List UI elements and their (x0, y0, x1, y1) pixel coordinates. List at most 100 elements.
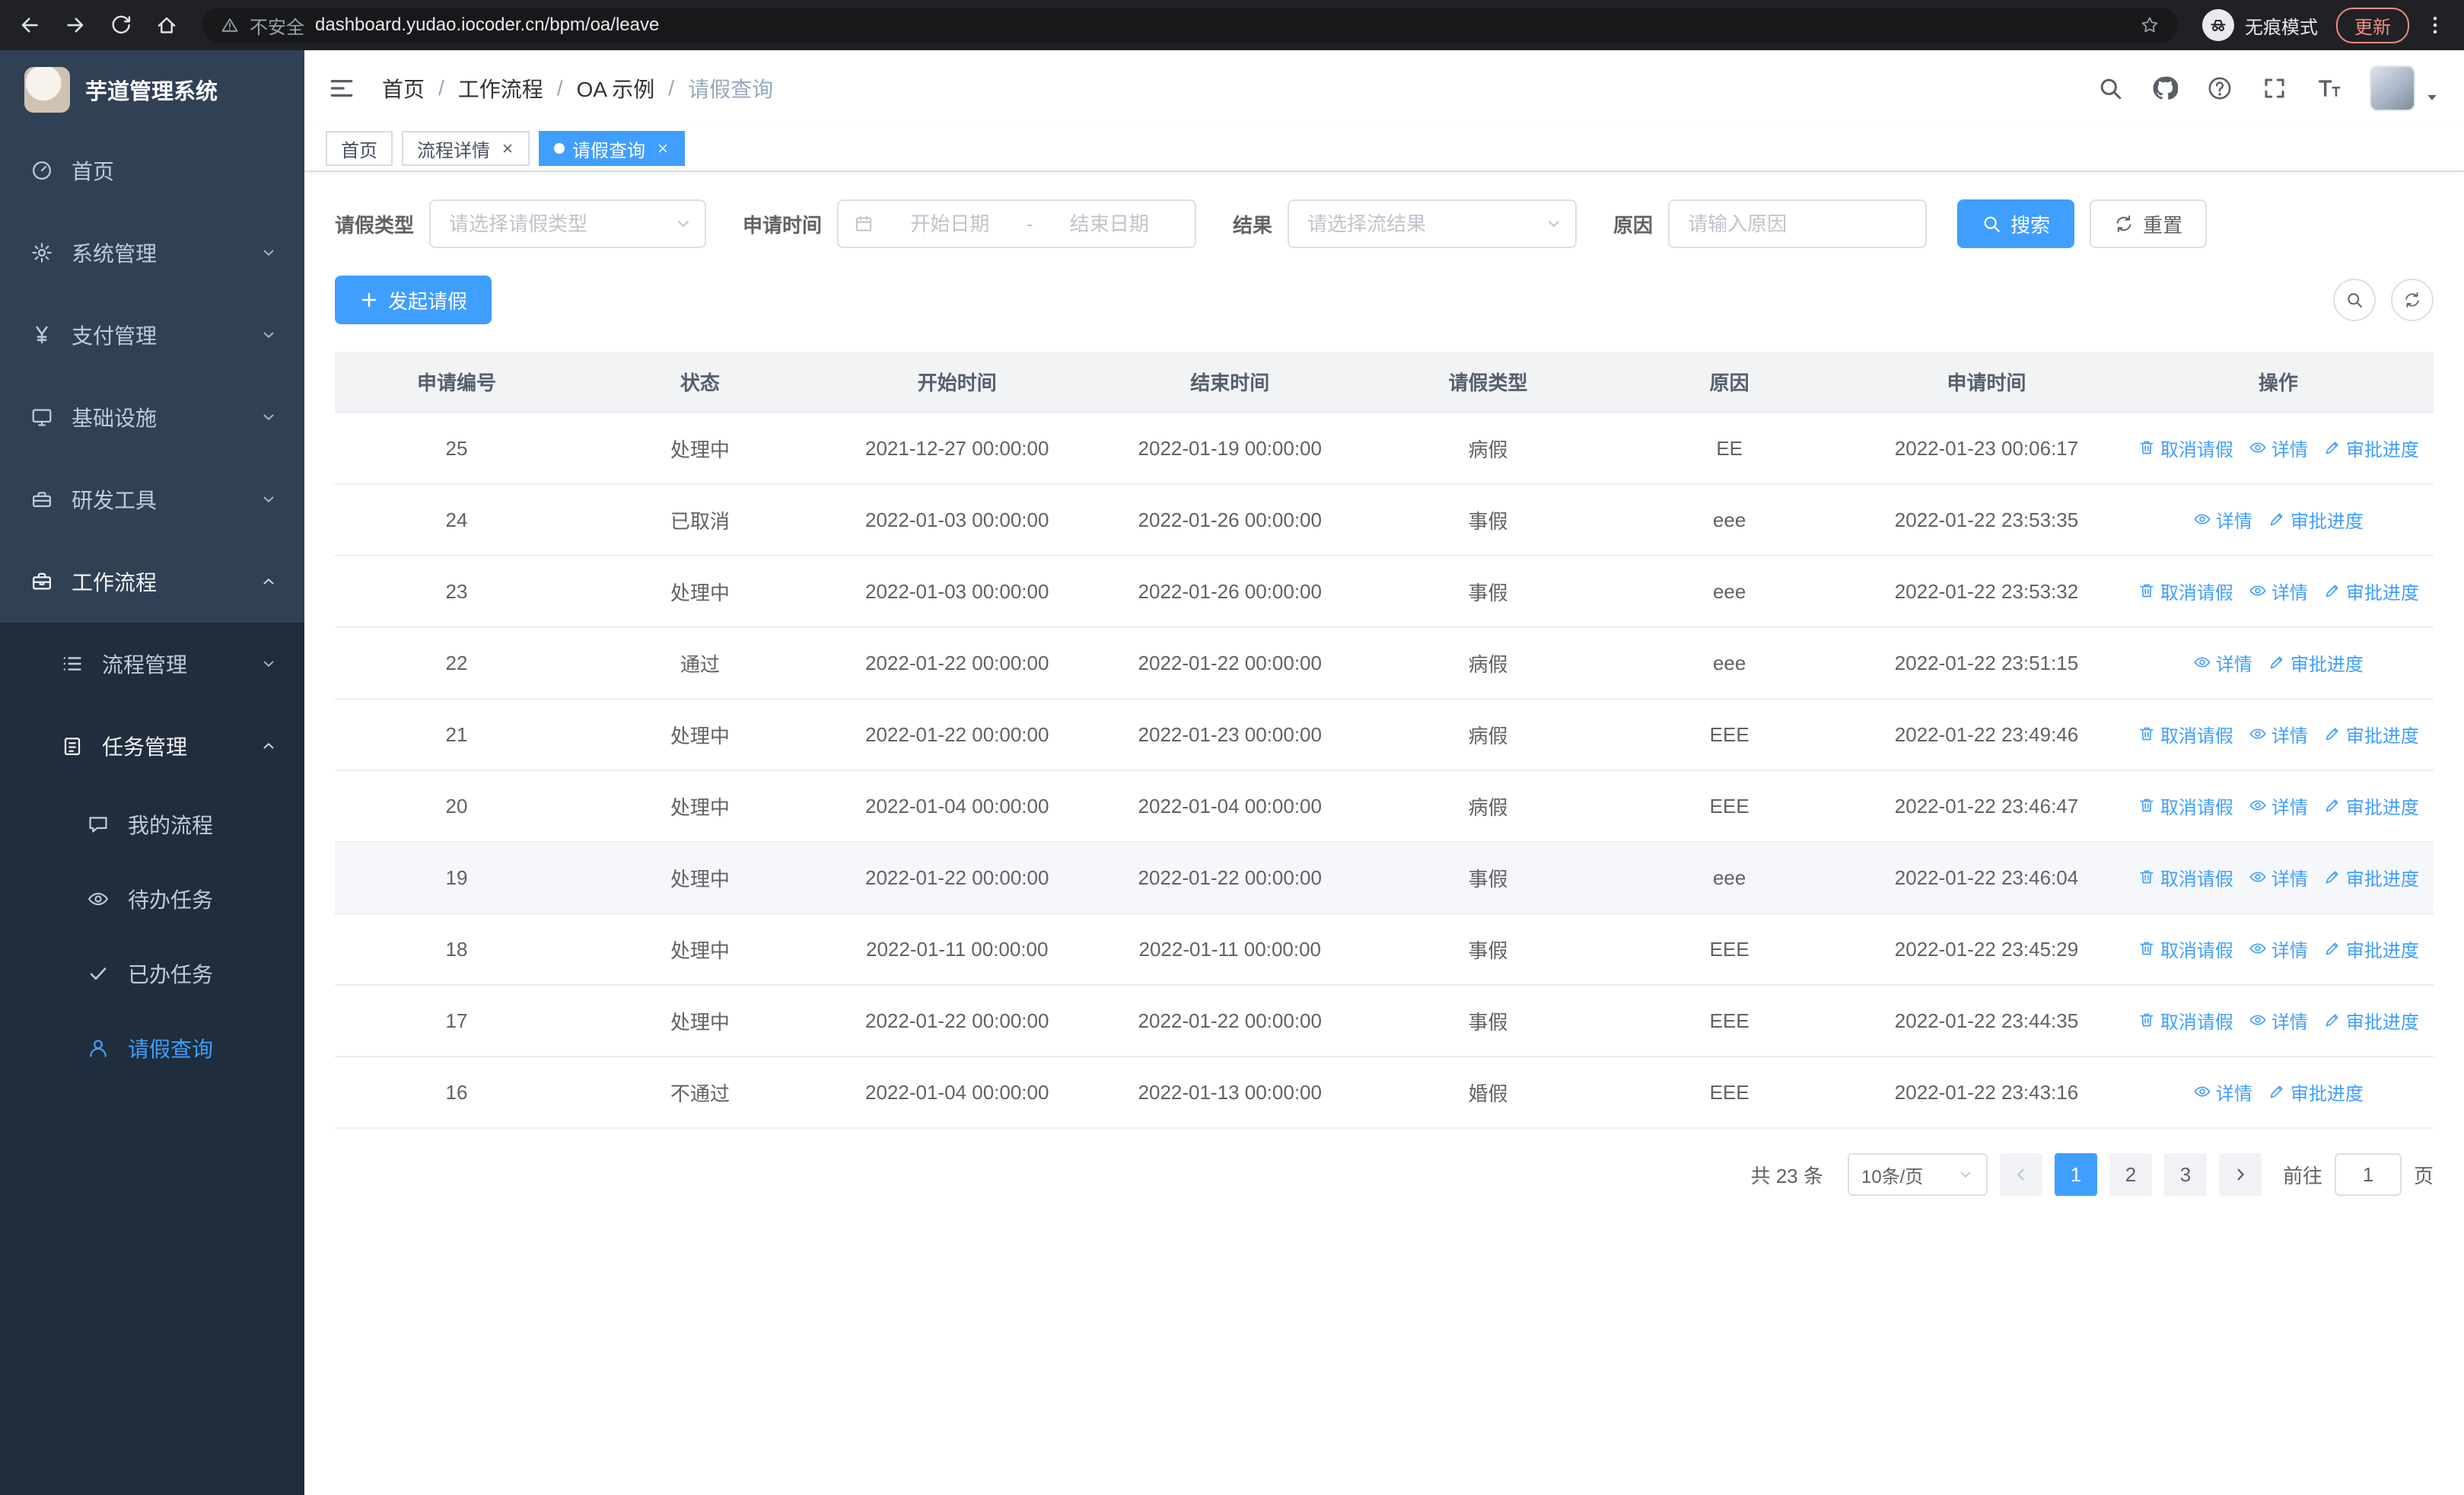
sidebar-collapse-icon[interactable] (329, 75, 355, 101)
cell-type: 病假 (1367, 627, 1609, 700)
breadcrumb-item[interactable]: 工作流程 (458, 73, 543, 104)
next-page-button[interactable] (2218, 1153, 2262, 1196)
table-row: 22 通过 2022-01-22 00:00:00 2022-01-22 00:00:… (335, 627, 2434, 700)
cell-end: 2022-01-19 00:00:00 (1092, 413, 1367, 485)
sidebar-item-infra[interactable]: 基础设施 (0, 376, 304, 458)
forward-button[interactable] (64, 14, 87, 37)
screen: 不安全 dashboard.yudao.iocoder.cn/bpm/oa/le… (0, 0, 2464, 1495)
detail-action-link[interactable]: 详情 (2249, 721, 2308, 748)
close-icon[interactable] (656, 142, 670, 155)
cell-start: 2022-01-04 00:00:00 (821, 1057, 1093, 1129)
detail-action-link[interactable]: 详情 (2249, 1007, 2308, 1034)
sidebar-item-home[interactable]: 首页 (0, 129, 304, 212)
progress-action-link[interactable]: 审批进度 (2323, 936, 2419, 962)
breadcrumb-item[interactable]: 首页 (382, 73, 425, 104)
fullscreen-icon[interactable] (2262, 75, 2287, 101)
cell-actions: 详情 审批进度 (2122, 627, 2434, 700)
tab-item[interactable]: 首页 (326, 131, 393, 166)
back-button[interactable] (18, 14, 41, 37)
action-label: 详情 (2271, 725, 2308, 747)
progress-action-link[interactable]: 审批进度 (2268, 649, 2364, 676)
progress-action-link[interactable]: 审批进度 (2323, 792, 2419, 819)
cancel-action-link[interactable]: 取消请假 (2138, 792, 2233, 819)
progress-action-link[interactable]: 审批进度 (2323, 435, 2419, 461)
cell-start: 2022-01-22 00:00:00 (821, 985, 1093, 1057)
page-number-button[interactable]: 2 (2109, 1153, 2152, 1196)
update-button[interactable]: 更新 (2336, 7, 2409, 43)
sidebar-item-task-mgmt[interactable]: 任务管理 (0, 705, 304, 787)
question-icon[interactable] (2207, 75, 2233, 101)
start-date-input[interactable] (880, 212, 1020, 236)
pagination-total: 共 23 条 (1750, 1164, 1823, 1187)
progress-action-link[interactable]: 审批进度 (2323, 721, 2419, 748)
search-icon (1982, 214, 2001, 234)
detail-action-link[interactable]: 详情 (2249, 435, 2308, 461)
page-number-button[interactable]: 3 (2163, 1153, 2207, 1196)
sidebar-item-process-mgmt[interactable]: 流程管理 (0, 623, 304, 705)
sidebar-item-todo-tasks[interactable]: 待办任务 (0, 862, 304, 936)
cell-start: 2022-01-03 00:00:00 (821, 484, 1093, 556)
sidebar-item-label: 研发工具 (72, 489, 158, 512)
result-select[interactable] (1288, 199, 1577, 248)
cancel-action-link[interactable]: 取消请假 (2138, 578, 2233, 604)
cancel-action-link[interactable]: 取消请假 (2138, 721, 2233, 748)
action-label: 审批进度 (2290, 511, 2364, 532)
detail-action-link[interactable]: 详情 (2193, 1079, 2252, 1105)
reason-input[interactable] (1668, 199, 1928, 248)
user-avatar[interactable] (2370, 65, 2415, 111)
tab-item[interactable]: 流程详情 (402, 131, 530, 166)
refresh-table-button[interactable] (2391, 279, 2434, 321)
page-number-button[interactable]: 1 (2054, 1153, 2097, 1196)
progress-action-link[interactable]: 审批进度 (2323, 578, 2419, 604)
close-icon[interactable] (501, 142, 514, 155)
progress-action-link[interactable]: 审批进度 (2268, 1079, 2364, 1105)
reset-button[interactable]: 重置 (2090, 199, 2208, 248)
progress-action-link[interactable]: 审批进度 (2323, 864, 2419, 891)
detail-action-link[interactable]: 详情 (2193, 506, 2252, 533)
column-header: 操作 (2122, 352, 2434, 413)
cancel-action-link[interactable]: 取消请假 (2138, 936, 2233, 962)
search-icon[interactable] (2097, 75, 2123, 101)
progress-action-link[interactable]: 审批进度 (2268, 506, 2364, 533)
leave-type-select[interactable] (429, 199, 707, 248)
detail-action-link[interactable]: 详情 (2249, 578, 2308, 604)
detail-action-link[interactable]: 详情 (2193, 649, 2252, 676)
browser-menu-icon[interactable] (2424, 14, 2446, 36)
address-bar[interactable]: 不安全 dashboard.yudao.iocoder.cn/bpm/oa/le… (202, 8, 2178, 43)
end-date-input[interactable] (1039, 212, 1180, 236)
breadcrumb-item[interactable]: OA 示例 (577, 73, 655, 104)
sidebar-item-devtools[interactable]: 研发工具 (0, 458, 304, 540)
home-button[interactable] (155, 14, 178, 37)
goto-page-input[interactable] (2334, 1153, 2402, 1196)
leave-type-input[interactable] (429, 199, 707, 248)
sidebar-item-my-process[interactable]: 我的流程 (0, 787, 304, 862)
detail-action-link[interactable]: 详情 (2249, 936, 2308, 962)
sidebar-item-system[interactable]: 系统管理 (0, 212, 304, 294)
prev-page-button[interactable] (1999, 1153, 2042, 1196)
font-size-icon[interactable] (2316, 75, 2342, 101)
apply-time-range-picker[interactable]: - (837, 199, 1197, 248)
search-button[interactable]: 搜索 (1957, 199, 2075, 248)
cancel-action-link[interactable]: 取消请假 (2138, 435, 2233, 461)
tab-item[interactable]: 请假查询 (539, 131, 685, 166)
github-icon[interactable] (2152, 75, 2178, 101)
action-label: 详情 (2215, 1083, 2252, 1105)
bookmark-star-icon[interactable] (2140, 15, 2160, 35)
reload-button[interactable] (110, 14, 132, 37)
sidebar-item-leave-query[interactable]: 请假查询 (0, 1011, 304, 1085)
detail-action-link[interactable]: 详情 (2249, 792, 2308, 819)
cell-reason: EEE (1609, 770, 1851, 843)
create-leave-button[interactable]: 发起请假 (335, 276, 492, 324)
user-menu[interactable] (2370, 65, 2440, 111)
progress-action-link[interactable]: 审批进度 (2323, 1007, 2419, 1034)
result-input[interactable] (1288, 199, 1577, 248)
sidebar-item-payment[interactable]: 支付管理 (0, 294, 304, 376)
detail-action-link[interactable]: 详情 (2249, 864, 2308, 891)
sidebar-item-done-tasks[interactable]: 已办任务 (0, 936, 304, 1011)
toggle-search-button[interactable] (2333, 279, 2376, 321)
page-size-select[interactable]: 10条/页 (1847, 1153, 1988, 1196)
cancel-action-link[interactable]: 取消请假 (2138, 1007, 2233, 1034)
cancel-action-link[interactable]: 取消请假 (2138, 864, 2233, 891)
cell-reason: EEE (1609, 1057, 1851, 1129)
sidebar-item-workflow[interactable]: 工作流程 (0, 540, 304, 623)
